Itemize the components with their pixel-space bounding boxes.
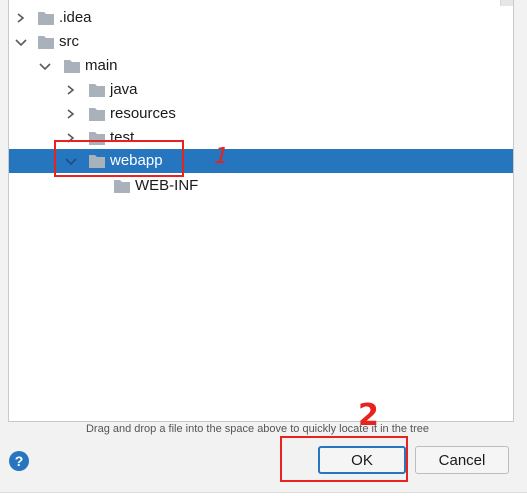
tree-item-java[interactable]: java bbox=[9, 78, 513, 102]
folder-icon bbox=[113, 179, 131, 194]
tree-item-main[interactable]: main bbox=[9, 54, 513, 78]
tree-item-idea[interactable]: .idea bbox=[9, 6, 513, 30]
tree-item-label: resources bbox=[110, 105, 176, 122]
chevron-down-icon[interactable] bbox=[37, 54, 53, 78]
chevron-right-icon[interactable] bbox=[13, 6, 29, 30]
tree-item-label: src bbox=[59, 33, 79, 50]
tree-item-label: main bbox=[85, 57, 118, 74]
ok-button[interactable]: OK bbox=[318, 446, 406, 474]
tree-item-label: java bbox=[110, 81, 138, 98]
annotation-box-webapp bbox=[54, 140, 184, 177]
folder-icon bbox=[63, 59, 81, 74]
tree-item-label: WEB-INF bbox=[135, 177, 199, 194]
folder-icon bbox=[37, 11, 55, 26]
annotation-step-2: 2 bbox=[358, 398, 379, 433]
chevron-right-icon[interactable] bbox=[63, 102, 79, 126]
tree-item-src[interactable]: src bbox=[9, 30, 513, 54]
tree-item-web-inf[interactable]: WEB-INF bbox=[9, 174, 513, 198]
folder-icon bbox=[88, 83, 106, 98]
window-bottom-edge bbox=[0, 492, 527, 496]
chevron-down-icon[interactable] bbox=[13, 30, 29, 54]
drag-drop-hint: Drag and drop a file into the space abov… bbox=[85, 423, 430, 435]
help-button[interactable]: ? bbox=[9, 451, 29, 471]
folder-icon bbox=[37, 35, 55, 50]
tree-item-resources[interactable]: resources bbox=[9, 102, 513, 126]
tree-item-label: .idea bbox=[59, 9, 92, 26]
project-tree[interactable]: .idea src main java resources test webap… bbox=[8, 0, 514, 422]
folder-icon bbox=[88, 107, 106, 122]
cancel-button[interactable]: Cancel bbox=[415, 446, 509, 474]
chevron-right-icon[interactable] bbox=[63, 78, 79, 102]
